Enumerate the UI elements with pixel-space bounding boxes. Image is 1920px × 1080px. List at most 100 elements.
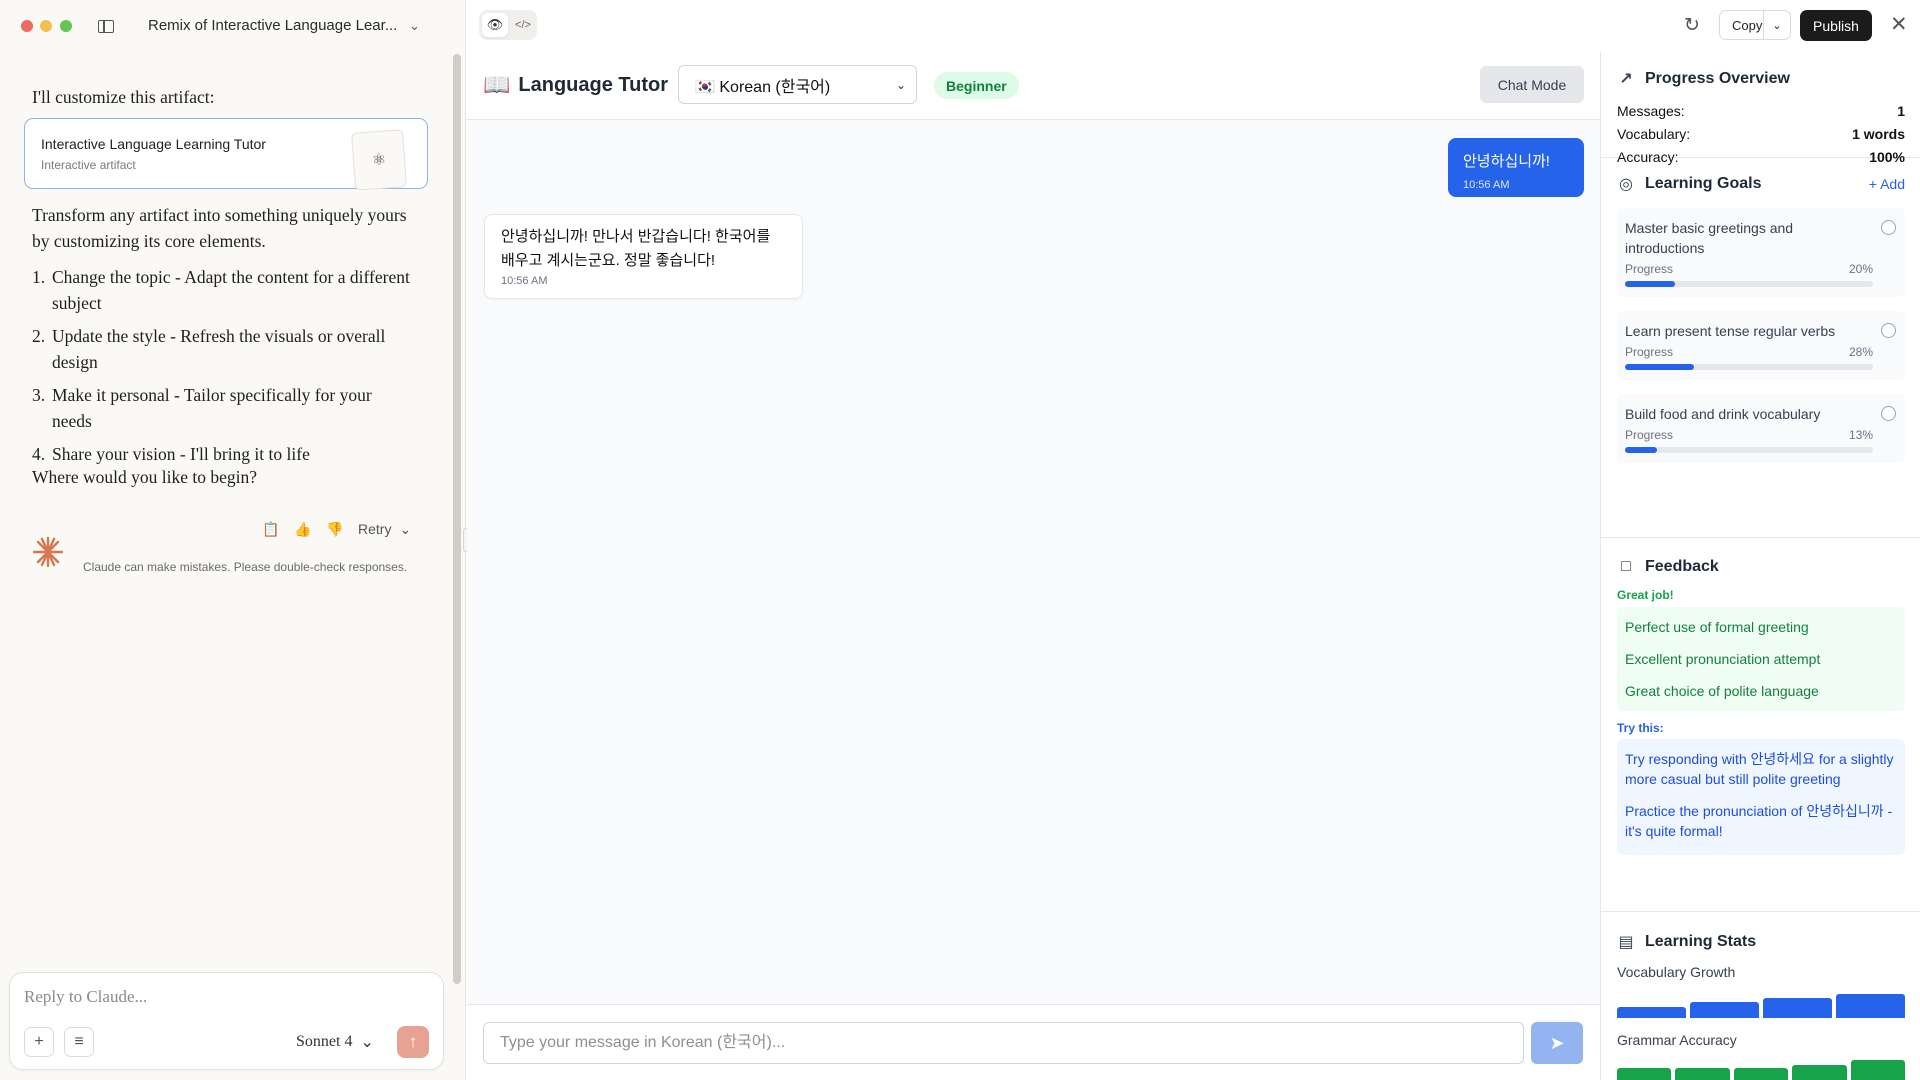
model-selector[interactable]: Sonnet 4 ⌄ <box>296 1032 374 1052</box>
chart-bar <box>1675 1067 1730 1080</box>
chart-bar <box>1617 1007 1686 1018</box>
goal-title: Learn present tense regular verbs <box>1625 323 1836 339</box>
progress-label: Progress <box>1625 428 1674 442</box>
code-icon[interactable]: </> <box>510 13 536 37</box>
goal-title: Master basic greetings and introductions <box>1625 220 1794 256</box>
step-text: Update the style - Refresh the visuals o… <box>52 326 386 372</box>
progress-track <box>1625 447 1873 453</box>
chevron-down-icon[interactable]: ⌄ <box>1762 11 1790 39</box>
chevron-down-icon: ⌄ <box>360 1034 374 1051</box>
chart-bar <box>1850 1060 1905 1080</box>
stat-label: Messages: <box>1617 103 1685 119</box>
artifact-toolbar: 👁 </> ↻ Copy ⌄ Publish ✕ <box>467 0 1920 52</box>
stat-label: Vocabulary: <box>1617 126 1691 142</box>
goal-checkbox[interactable] <box>1881 406 1896 421</box>
feedback-item: Try responding with 안녕하세요 for a slightly… <box>1625 751 1894 787</box>
step-number: 4. <box>32 444 46 464</box>
feedback-try-box: Try responding with 안녕하세요 for a slightly… <box>1617 739 1905 855</box>
sliders-icon[interactable]: ≡ <box>64 1027 94 1057</box>
message-text: 안녕하십니까! <box>1463 153 1550 170</box>
goal-item: Build food and drink vocabulary Progress… <box>1617 394 1905 463</box>
assistant-lead: I'll customize this artifact: <box>32 87 215 107</box>
message-time: 10:56 AM <box>501 275 548 287</box>
send-icon[interactable]: ➤ <box>1531 1022 1583 1064</box>
language-select[interactable]: 🇰🇷 Korean (한국어) ⌄ <box>678 65 917 104</box>
step-number: 1. <box>32 267 46 287</box>
step-number: 3. <box>32 385 46 405</box>
chart-bar <box>1617 1067 1672 1080</box>
list-item: 1. Change the topic - Adapt the content … <box>32 264 412 316</box>
claude-logo-icon <box>32 536 64 568</box>
chat-mode-button[interactable]: Chat Mode <box>1480 66 1584 103</box>
artifact-card[interactable]: Interactive Language Learning Tutor Inte… <box>24 118 428 191</box>
vocab-growth-chart <box>1617 990 1905 1018</box>
chart-bar <box>1763 997 1832 1018</box>
add-goal-button[interactable]: + Add <box>1869 176 1905 192</box>
copy-button[interactable]: Copy ⌄ <box>1719 10 1791 40</box>
progress-track <box>1625 281 1873 287</box>
chat-panel: Remix of Interactive Language Lear... ⌄ … <box>0 0 466 1080</box>
thumbs-up-icon[interactable]: 👍 <box>294 520 312 538</box>
chat-scrollbar[interactable] <box>453 54 461 984</box>
goal-progress-row: Progress 20% <box>1625 262 1873 276</box>
chart-bar <box>1733 1067 1789 1080</box>
progress-fill <box>1625 364 1695 370</box>
message-text: 안녕하십니까! 만나서 반갑습니다! 한국어를 배우고 계시는군요. 정말 좋습… <box>501 228 771 269</box>
stat-row: Messages: 1 <box>1617 103 1905 119</box>
tutor-sidebar: ↗ Progress Overview Messages: 1 Vocabula… <box>1600 52 1920 1080</box>
eye-icon[interactable]: 👁 <box>482 13 508 37</box>
feedback-section: □ Feedback Great job! Perfect use of for… <box>1601 538 1920 912</box>
copy-icon[interactable]: 📋 <box>262 520 280 538</box>
minimize-window-button[interactable] <box>40 20 52 32</box>
stat-value: 1 words <box>1852 126 1905 142</box>
publish-button[interactable]: Publish <box>1800 10 1872 41</box>
bar-chart-icon: ▤ <box>1618 934 1634 951</box>
app-title: Language Tutor <box>518 73 669 96</box>
thumbs-down-icon[interactable]: 👎 <box>326 520 344 538</box>
feedback-item: Practice the pronunciation of 안녕하십니까 - i… <box>1625 803 1893 839</box>
send-button[interactable]: ↑ <box>397 1026 429 1058</box>
chevron-down-icon: ⌄ <box>399 520 412 537</box>
disclaimer-text: Claude can make mistakes. Please double-… <box>83 560 408 574</box>
conversation-title[interactable]: Remix of Interactive Language Lear... <box>148 17 408 34</box>
goal-item: Master basic greetings and introductions… <box>1617 208 1905 297</box>
maximize-window-button[interactable] <box>60 20 72 32</box>
level-badge: Beginner <box>934 72 1019 99</box>
plus-icon[interactable]: + <box>24 1027 54 1057</box>
atom-icon: ⚛ <box>351 129 407 191</box>
grammar-accuracy-chart <box>1617 1058 1905 1080</box>
retry-button[interactable]: Retry ⌄ <box>358 521 411 538</box>
goal-item: Learn present tense regular verbs Progre… <box>1617 311 1905 380</box>
message-actions: 📋 👍 👎 Retry ⌄ <box>262 518 411 540</box>
goal-checkbox[interactable] <box>1881 323 1896 338</box>
close-icon[interactable]: ✕ <box>1890 12 1908 37</box>
progress-label: Progress <box>1625 345 1674 359</box>
progress-percent: 28% <box>1848 345 1873 359</box>
retry-label: Retry <box>358 521 392 537</box>
learning-goals: ◎ Learning Goals + Add Master basic gree… <box>1601 158 1920 538</box>
sidebar-toggle-icon[interactable] <box>98 20 114 33</box>
refresh-icon[interactable]: ↻ <box>1684 14 1700 37</box>
close-window-button[interactable] <box>21 20 33 32</box>
message-input[interactable] <box>483 1022 1524 1064</box>
assistant-closing: Where would you like to begin? <box>32 467 258 487</box>
message-square-icon: □ <box>1621 558 1631 575</box>
progress-percent: 13% <box>1848 428 1873 442</box>
chevron-down-icon[interactable]: ⌄ <box>409 18 420 34</box>
model-label: Sonnet 4 <box>296 1033 353 1050</box>
reply-input[interactable] <box>24 987 424 1007</box>
progress-overview: ↗ Progress Overview Messages: 1 Vocabula… <box>1601 52 1920 165</box>
trending-up-icon: ↗ <box>1619 71 1633 88</box>
artifact-card-subtitle: Interactive artifact <box>41 158 136 172</box>
stat-row: Vocabulary: 1 words <box>1617 126 1905 142</box>
assistant-intro: Transform any artifact into something un… <box>32 205 407 251</box>
feedback-heading: □ Feedback <box>1617 558 1905 576</box>
language-label: 🇰🇷 Korean (한국어) <box>695 78 831 96</box>
copy-label: Copy <box>1732 17 1763 33</box>
chart-bar <box>1836 994 1905 1018</box>
step-text: Make it personal - Tailor specifically f… <box>52 385 372 431</box>
goal-checkbox[interactable] <box>1881 220 1896 235</box>
goal-title: Build food and drink vocabulary <box>1625 406 1821 422</box>
step-number: 2. <box>32 326 46 346</box>
learning-goals-heading: ◎ Learning Goals + Add <box>1617 174 1905 194</box>
